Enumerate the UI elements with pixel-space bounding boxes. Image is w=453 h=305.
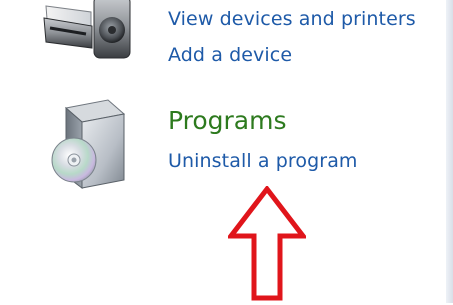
view-devices-printers-link[interactable]: View devices and printers [168, 8, 416, 30]
programs-section: Programs Uninstall a program [0, 92, 440, 202]
window-edge [446, 0, 453, 303]
software-box-icon [44, 96, 134, 196]
printer-icon [36, 0, 136, 68]
programs-heading[interactable]: Programs [168, 106, 287, 135]
up-arrow-icon [225, 184, 309, 301]
add-device-link[interactable]: Add a device [168, 44, 292, 66]
hardware-section: View devices and printers Add a device [0, 0, 440, 78]
uninstall-program-link[interactable]: Uninstall a program [168, 150, 358, 172]
